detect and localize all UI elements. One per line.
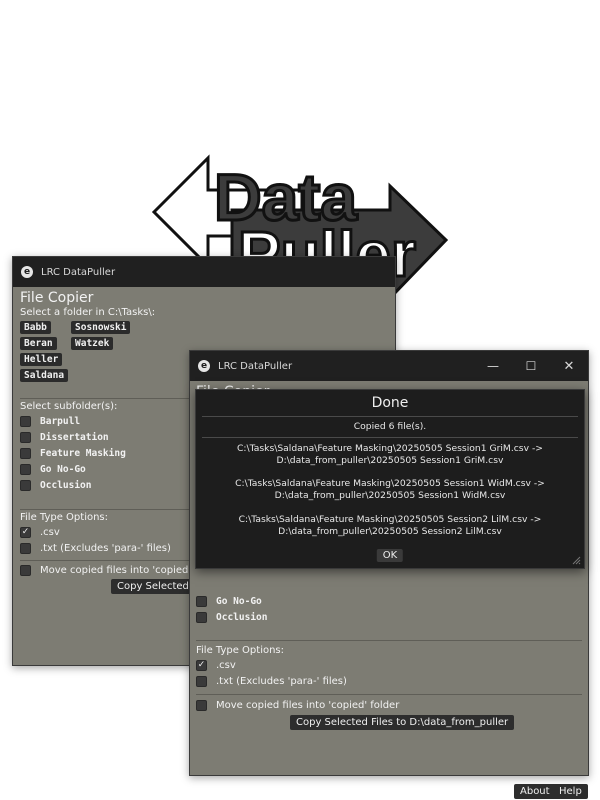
dialog-entry-1-dst: D:\data_from_puller\20250505 Session1 Gr… — [276, 455, 504, 466]
ok-button[interactable]: OK — [376, 549, 404, 562]
folder-chip-sosnowski[interactable]: Sosnowski — [71, 321, 131, 334]
checkbox[interactable] — [20, 416, 31, 427]
front-titlebar[interactable]: e LRC DataPuller — ☐ ✕ — [190, 351, 588, 381]
checkbox[interactable] — [20, 432, 31, 443]
dialog-entry-1-src: C:\Tasks\Saldana\Feature Masking\2025050… — [237, 443, 543, 454]
folder-chip-watzek[interactable]: Watzek — [71, 337, 114, 350]
checkbox-checked[interactable]: ✓ — [196, 660, 207, 671]
checkbox[interactable] — [196, 676, 207, 687]
subfolder-label: Select subfolder(s): — [20, 401, 118, 412]
folder-chip-babb[interactable]: Babb — [20, 321, 51, 334]
checkbox-checked[interactable]: ✓ — [20, 527, 31, 538]
front-txt-option[interactable]: .txt (Excludes 'para-' files) — [196, 676, 347, 687]
app-icon: e — [198, 360, 210, 372]
checkbox[interactable] — [196, 596, 207, 607]
checkbox[interactable] — [20, 565, 31, 576]
minimize-button[interactable]: — — [474, 351, 512, 381]
csv-option[interactable]: ✓ .csv — [20, 527, 60, 538]
about-button[interactable]: About — [514, 784, 556, 799]
checkbox[interactable] — [20, 480, 31, 491]
checkbox[interactable] — [196, 612, 207, 623]
txt-option[interactable]: .txt (Excludes 'para-' files) — [20, 543, 171, 554]
dialog-entry-2-dst: D:\data_from_puller\20250505 Session1 Wi… — [274, 490, 506, 501]
subfolder-occlusion[interactable]: Occlusion — [20, 480, 91, 491]
dialog-summary-separator — [202, 437, 578, 438]
folder-chip-beran[interactable]: Beran — [20, 337, 57, 350]
done-dialog: Done Copied 6 file(s). C:\Tasks\Saldana\… — [195, 389, 585, 569]
front-copy-button[interactable]: Copy Selected Files to D:\data_from_pull… — [290, 715, 515, 730]
checkbox[interactable] — [20, 464, 31, 475]
front-separator-1 — [196, 640, 582, 641]
front-separator-2 — [196, 694, 582, 695]
file-type-label: File Type Options: — [20, 512, 109, 523]
front-subfolder-occlusion[interactable]: Occlusion — [196, 612, 267, 623]
checkbox[interactable] — [20, 543, 31, 554]
dialog-title-separator — [202, 416, 578, 417]
dialog-entry-2-src: C:\Tasks\Saldana\Feature Masking\2025050… — [235, 478, 545, 489]
screen: Data Puller e LRC DataPuller File Copier… — [0, 0, 600, 800]
dialog-title: Done — [371, 395, 409, 411]
dialog-entry-3-dst: D:\data_from_puller\20250505 Session2 Li… — [278, 526, 502, 537]
folder-prompt: Select a folder in C:\Tasks\: — [20, 307, 156, 318]
front-subfolder-go-no-go[interactable]: Go No-Go — [196, 596, 262, 607]
subfolder-barpull[interactable]: Barpull — [20, 416, 80, 427]
help-button[interactable]: Help — [553, 784, 588, 799]
subfolder-go-no-go[interactable]: Go No-Go — [20, 464, 86, 475]
folder-chip-heller[interactable]: Heller — [20, 353, 63, 366]
maximize-button[interactable]: ☐ — [512, 351, 550, 381]
subfolder-feature-masking[interactable]: Feature Masking — [20, 448, 126, 459]
folder-chip-saldana[interactable]: Saldana — [20, 369, 69, 382]
back-heading: File Copier — [20, 290, 94, 306]
close-button[interactable]: ✕ — [550, 351, 588, 381]
app-icon: e — [21, 266, 33, 278]
front-window-title: LRC DataPuller — [218, 360, 293, 372]
checkbox[interactable] — [20, 448, 31, 459]
front-file-type-label: File Type Options: — [196, 645, 285, 656]
dialog-entry-3-src: C:\Tasks\Saldana\Feature Masking\2025050… — [238, 514, 542, 525]
front-csv-option[interactable]: ✓ .csv — [196, 660, 236, 671]
back-titlebar[interactable]: e LRC DataPuller — [13, 257, 395, 287]
dialog-summary: Copied 6 file(s). — [353, 421, 427, 432]
resize-grip-icon[interactable] — [571, 555, 581, 565]
checkbox[interactable] — [196, 700, 207, 711]
front-move-copied-option[interactable]: Move copied files into 'copied' folder — [196, 700, 399, 711]
back-window-title: LRC DataPuller — [41, 266, 116, 278]
subfolder-dissertation[interactable]: Dissertation — [20, 432, 109, 443]
